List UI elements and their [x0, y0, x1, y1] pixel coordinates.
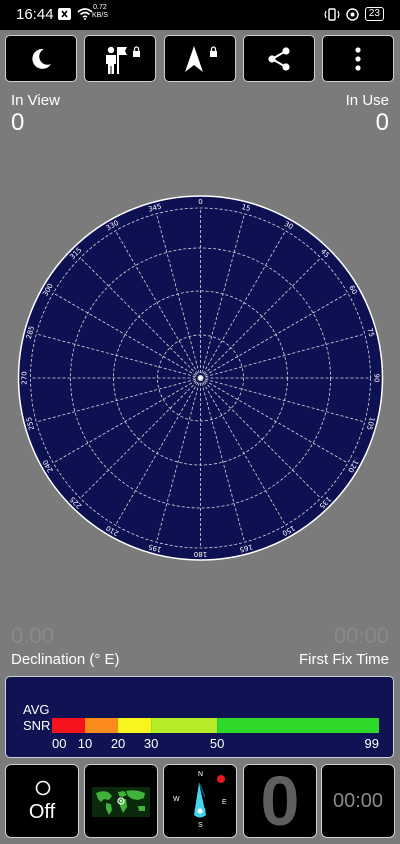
notification-x-icon [58, 8, 71, 20]
more-vert-icon [355, 46, 361, 71]
snr-tick-label: 10 [78, 736, 92, 751]
more-options-button[interactable] [322, 35, 394, 82]
wifi-icon [77, 8, 93, 20]
first-fix-label: First Fix Time [299, 651, 389, 668]
navigation-button[interactable] [164, 35, 236, 82]
share-icon [268, 46, 290, 71]
radar-bearing-label: 180 [194, 550, 207, 558]
world-map-button[interactable] [84, 764, 158, 838]
snr-tick-label: 30 [144, 736, 158, 751]
radar-bearing-label: 0 [198, 198, 202, 206]
timer-button[interactable]: 00:00 [321, 764, 395, 838]
radar-center-dot [198, 376, 203, 380]
world-map-icon [92, 787, 150, 817]
snr-color-scale: 00 10 20 30 50 99 [52, 718, 379, 751]
snr-panel: AVG SNR 00 10 20 30 50 99 [5, 676, 394, 758]
moon-icon [32, 48, 51, 69]
vibrate-icon [324, 7, 340, 21]
first-fix-value: 00:00 [333, 623, 389, 648]
in-view-label: In View [11, 92, 60, 109]
navigation-arrow-lock-icon [185, 45, 217, 72]
snr-segment [151, 718, 218, 733]
snr-tick-label: 00 [52, 736, 66, 751]
compass-e-label: E [222, 799, 227, 806]
night-mode-button[interactable] [5, 35, 77, 82]
snr-segment [85, 718, 119, 733]
battery-icon: 23 [364, 7, 384, 21]
person-flag-lock-icon [106, 45, 140, 74]
alarm-icon [346, 7, 359, 21]
snr-segment [52, 718, 86, 733]
snr-tick-label: 50 [210, 736, 224, 751]
compass-button[interactable]: N W E S [163, 764, 237, 838]
in-use-count: 0 [375, 109, 389, 136]
record-circle-icon [35, 780, 51, 796]
radar-bearing-label: 270 [21, 371, 29, 384]
record-toggle-button[interactable]: Off [5, 764, 79, 838]
snr-segment [118, 718, 152, 733]
snr-tick-label: 99 [365, 736, 379, 751]
share-button[interactable] [243, 35, 315, 82]
in-view-count: 0 [11, 109, 25, 136]
declination-label: Declination (° E) [11, 651, 120, 668]
timer-value: 00:00 [332, 790, 384, 812]
sky-view-radar: 0153045607590105120135150165180195210225… [17, 195, 384, 561]
net-speed: 0.72 KB/S [92, 4, 108, 19]
speed-button[interactable]: 0 [243, 762, 317, 840]
compass-w-label: W [173, 796, 180, 803]
status-bar: 16:44 0.72 KB/S 23 [0, 0, 400, 30]
avg-label: AVG [23, 702, 50, 717]
compass-n-label: N [198, 771, 204, 778]
record-state-label: Off [28, 801, 56, 823]
snr-segment [217, 718, 379, 733]
radar-bearing-label: 90 [373, 374, 381, 383]
snr-tick-label: 20 [111, 736, 125, 751]
status-time: 16:44 [16, 6, 54, 23]
man-with-flag-button[interactable] [84, 35, 156, 82]
in-use-label: In Use [345, 92, 389, 109]
compass-s-label: S [198, 822, 203, 829]
speed-value: 0 [260, 762, 300, 840]
declination-value: 0.00 [11, 623, 54, 648]
